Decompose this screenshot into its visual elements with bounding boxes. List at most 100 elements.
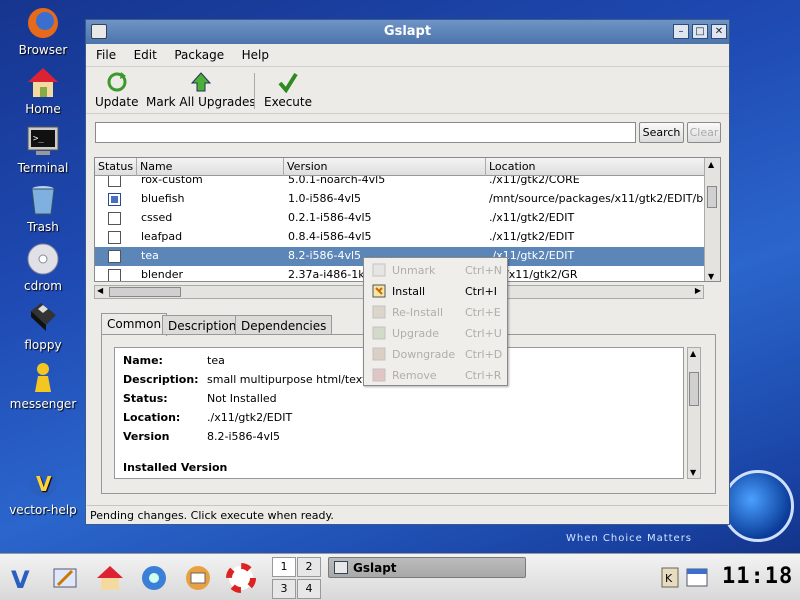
scroll-up-icon[interactable]: ▲ <box>690 349 696 358</box>
menu-package[interactable]: Package <box>174 48 224 62</box>
desktop-icon-label: cdrom <box>24 279 62 293</box>
clock[interactable]: 11:18 <box>722 564 793 589</box>
cell-version: 2.37a-i486-1k <box>288 268 365 281</box>
menu-bar: File Edit Package Help <box>86 44 729 66</box>
table-row[interactable]: rox-custom 5.0.1-noarch-4vl5 ./x11/gtk2/… <box>95 176 705 190</box>
menu-item-reinstall[interactable]: Re-Install Ctrl+E <box>364 302 507 323</box>
cell-name: cssed <box>141 211 173 224</box>
text-editor-icon[interactable] <box>50 563 80 593</box>
scroll-thumb[interactable] <box>689 372 699 406</box>
cell-version: 5.0.1-noarch-4vl5 <box>288 176 386 186</box>
desktop-icon-label: Home <box>25 102 61 116</box>
tab-common[interactable]: Common <box>101 313 168 336</box>
menu-file[interactable]: File <box>96 48 116 62</box>
cdrom-icon <box>26 242 60 276</box>
terminal-icon: >_ <box>26 124 60 158</box>
reinstall-icon <box>372 305 386 319</box>
tab-dependencies[interactable]: Dependencies <box>235 315 333 335</box>
desktop-icon-trash[interactable]: Trash <box>4 183 82 234</box>
column-name[interactable]: Name <box>137 158 284 176</box>
scroll-thumb[interactable] <box>109 287 181 297</box>
scroll-down-icon[interactable]: ▼ <box>690 468 696 477</box>
update-button[interactable]: Update <box>95 71 138 109</box>
scroll-right-icon[interactable]: ▶ <box>695 286 701 295</box>
menu-item-label: Remove <box>392 369 437 382</box>
column-location[interactable]: Location <box>486 158 705 176</box>
menu-item-shortcut: Ctrl+I <box>465 285 498 298</box>
desktop-icon-label: Browser <box>18 43 68 57</box>
web-browser-icon[interactable] <box>139 563 169 593</box>
status-checkbox[interactable] <box>108 250 121 263</box>
help-lifebuoy-icon[interactable] <box>226 563 256 593</box>
mark-all-upgrades-button[interactable]: Mark All Upgrades <box>146 71 256 109</box>
desktop-icon-browser[interactable]: Browser <box>4 6 82 57</box>
cell-name: leafpad <box>141 230 183 243</box>
menu-help[interactable]: Help <box>242 48 269 62</box>
detail-name: tea <box>207 354 225 367</box>
desktop-icon-home[interactable]: Home <box>4 65 82 116</box>
cell-version: 8.2-i586-4vl5 <box>288 249 362 262</box>
menu-item-shortcut: Ctrl+E <box>465 306 501 319</box>
cell-version: 0.2.1-i586-4vl5 <box>288 211 372 224</box>
table-row[interactable]: leafpad 0.8.4-i586-4vl5 ./x11/gtk2/EDIT <box>95 228 705 247</box>
maximize-icon[interactable]: □ <box>692 24 708 39</box>
title-bar[interactable]: Gslapt – □ ✕ <box>86 20 729 44</box>
svg-text:>_: >_ <box>33 134 44 144</box>
column-status[interactable]: Status <box>95 158 137 176</box>
detail-location: ./x11/gtk2/EDIT <box>207 411 293 424</box>
workspace-2[interactable]: 2 <box>297 557 321 577</box>
menu-item-unmark[interactable]: Unmark Ctrl+N <box>364 260 507 281</box>
desktop-icon-cdrom[interactable]: cdrom <box>4 242 82 293</box>
calendar-icon[interactable] <box>685 566 709 588</box>
downgrade-icon <box>372 347 386 361</box>
klipper-icon[interactable]: K <box>660 566 680 588</box>
scroll-up-icon[interactable]: ▲ <box>708 160 714 169</box>
status-checkbox[interactable] <box>108 231 121 244</box>
home-folder-icon[interactable] <box>95 563 125 593</box>
trash-icon <box>26 183 60 217</box>
search-button[interactable]: Search <box>639 122 684 143</box>
close-icon[interactable]: ✕ <box>711 24 727 39</box>
wallpaper-tagline: When Choice Matters <box>566 533 693 544</box>
table-row[interactable]: cssed 0.2.1-i586-4vl5 ./x11/gtk2/EDIT <box>95 209 705 228</box>
minimize-icon[interactable]: – <box>673 24 689 39</box>
menu-item-upgrade[interactable]: Upgrade Ctrl+U <box>364 323 507 344</box>
menu-item-remove[interactable]: Remove Ctrl+R <box>364 365 507 386</box>
table-vertical-scrollbar[interactable]: ▲ ▼ <box>704 158 720 281</box>
workspace-4[interactable]: 4 <box>297 579 321 599</box>
firefox-icon <box>26 6 60 40</box>
desktop-icon-vector-help[interactable]: V vector-help <box>4 466 82 517</box>
cell-location: /mnt/source/packages/x11/gtk2/EDIT/b <box>489 192 704 205</box>
start-menu-icon[interactable]: V <box>6 563 36 594</box>
desktop-icon-label: Terminal <box>17 161 69 175</box>
tab-description[interactable]: Description <box>162 315 243 335</box>
workspace-3[interactable]: 3 <box>272 579 296 599</box>
menu-item-install[interactable]: Install Ctrl+I <box>364 281 507 302</box>
details-scrollbar[interactable]: ▲ ▼ <box>687 347 701 479</box>
desktop-icon-label: messenger <box>9 397 77 411</box>
desktop-icon-terminal[interactable]: >_ Terminal <box>4 124 82 175</box>
taskbar-window-gslapt[interactable]: Gslapt <box>328 557 526 578</box>
status-checkbox[interactable] <box>108 193 121 206</box>
scroll-thumb[interactable] <box>707 186 717 208</box>
clear-button[interactable]: Clear <box>687 122 721 143</box>
execute-button[interactable]: Execute <box>264 71 312 109</box>
menu-item-label: Downgrade <box>392 348 456 361</box>
desktop-icon-messenger[interactable]: messenger <box>4 360 82 411</box>
column-version[interactable]: Version <box>284 158 486 176</box>
scroll-down-icon[interactable]: ▼ <box>708 272 714 281</box>
status-checkbox[interactable] <box>108 212 121 225</box>
search-row: Search Clear <box>95 122 721 144</box>
floppy-icon <box>26 301 60 335</box>
status-checkbox[interactable] <box>108 176 121 187</box>
desktop-icon-floppy[interactable]: floppy <box>4 301 82 352</box>
scroll-left-icon[interactable]: ◀ <box>97 286 103 295</box>
workspace-1[interactable]: 1 <box>272 557 296 577</box>
search-input[interactable] <box>95 122 636 143</box>
status-checkbox[interactable] <box>108 269 121 281</box>
menu-item-shortcut: Ctrl+U <box>465 327 502 340</box>
menu-edit[interactable]: Edit <box>134 48 157 62</box>
mail-icon[interactable] <box>183 563 213 593</box>
menu-item-downgrade[interactable]: Downgrade Ctrl+D <box>364 344 507 365</box>
table-row[interactable]: bluefish 1.0-i586-4vl5 /mnt/source/packa… <box>95 190 705 209</box>
